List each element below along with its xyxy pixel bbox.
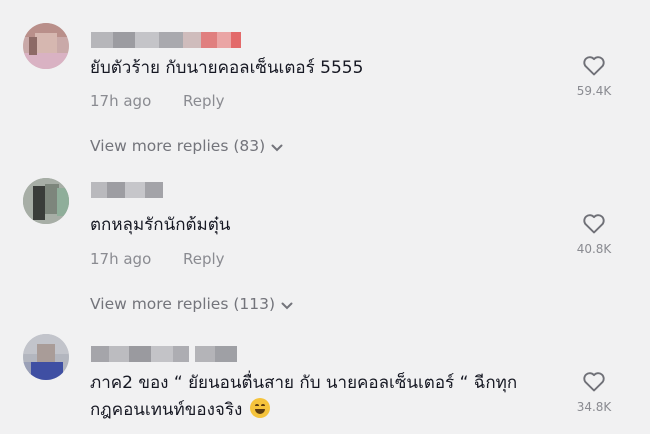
comment-text-line: ภาค2 ของ “ ยัยนอนตื่นสาย กับ นายคอลเซ็นเ… <box>90 373 518 393</box>
heart-outline-icon[interactable] <box>582 370 606 392</box>
comment-text: ภาค2 ของ “ ยัยนอนตื่นสาย กับ นายคอลเซ็นเ… <box>90 370 517 424</box>
comment-text: ยับตัวร้าย กับนายคอลเซ็นเตอร์ 5555 <box>90 58 364 78</box>
avatar[interactable] <box>23 334 69 380</box>
like-button[interactable]: 34.8K <box>572 370 616 414</box>
view-more-label[interactable]: View more replies (113) <box>90 295 275 313</box>
grinning-sweat-emoji <box>250 398 271 418</box>
heart-outline-icon[interactable] <box>582 54 606 76</box>
reply-button[interactable]: Reply <box>183 92 225 110</box>
comment-text: ตกหลุมรักนักต้มตุ๋น <box>90 215 231 235</box>
username-pixelated[interactable] <box>91 32 241 48</box>
comment-meta: 17h ago Reply <box>90 92 225 110</box>
reply-button[interactable]: Reply <box>183 250 225 268</box>
comment-text-line: กฎคอนเทนท์ของจริง <box>90 397 517 424</box>
like-count: 59.4K <box>576 84 612 98</box>
like-count: 40.8K <box>576 242 612 256</box>
comment-timestamp: 17h ago <box>90 250 152 268</box>
view-more-replies[interactable]: View more replies (83) <box>90 137 283 156</box>
like-button[interactable]: 40.8K <box>572 212 616 256</box>
comment-item: ภาค2 ของ “ ยัยนอนตื่นสาย กับ นายคอลเซ็นเ… <box>0 330 650 434</box>
username-pixelated[interactable] <box>91 346 237 362</box>
username-pixelated[interactable] <box>91 182 163 198</box>
like-button[interactable]: 59.4K <box>572 54 616 98</box>
comment-timestamp: 17h ago <box>90 92 152 110</box>
comment-item: ยับตัวร้าย กับนายคอลเซ็นเตอร์ 5555 17h a… <box>0 0 650 170</box>
view-more-replies[interactable]: View more replies (113) <box>90 295 293 314</box>
comment-item: ตกหลุมรักนักต้มตุ๋น 17h ago Reply 40.8K … <box>0 170 650 330</box>
comment-meta: 17h ago Reply <box>90 250 225 268</box>
chevron-down-icon[interactable] <box>281 296 293 314</box>
view-more-label[interactable]: View more replies (83) <box>90 137 265 155</box>
avatar[interactable] <box>23 178 69 224</box>
heart-outline-icon[interactable] <box>582 212 606 234</box>
like-count: 34.8K <box>576 400 612 414</box>
chevron-down-icon[interactable] <box>271 138 283 156</box>
avatar[interactable] <box>23 23 69 69</box>
